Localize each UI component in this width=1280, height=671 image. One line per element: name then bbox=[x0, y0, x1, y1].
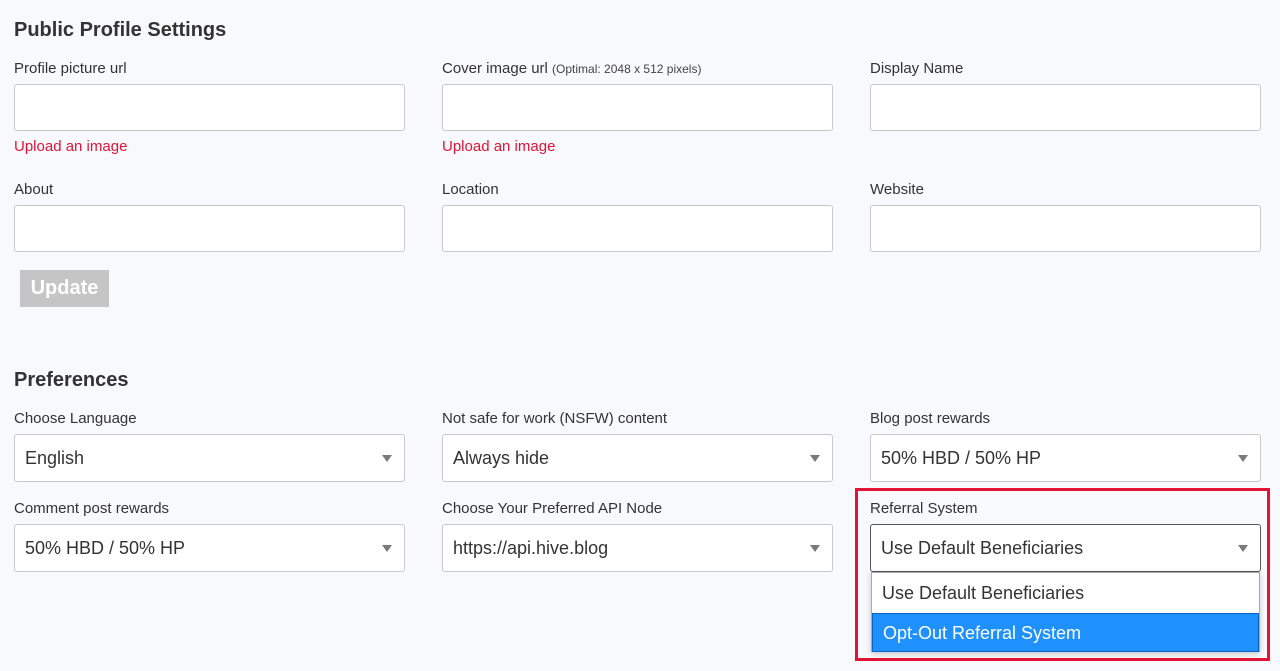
chevron-down-icon bbox=[810, 545, 820, 552]
api-node-select[interactable]: https://api.hive.blog bbox=[442, 524, 833, 572]
chevron-down-icon bbox=[382, 545, 392, 552]
language-select-value: English bbox=[25, 448, 85, 468]
blog-rewards-select-value: 50% HBD / 50% HP bbox=[881, 448, 1042, 468]
blog-rewards-select[interactable]: 50% HBD / 50% HP bbox=[870, 434, 1261, 482]
nsfw-select-value: Always hide bbox=[453, 448, 550, 468]
cover-image-label: Cover image url (Optimal: 2048 x 512 pix… bbox=[442, 60, 702, 77]
upload-profile-picture-link[interactable]: Upload an image bbox=[14, 138, 127, 155]
blog-rewards-label: Blog post rewards bbox=[870, 410, 991, 427]
referral-option-default[interactable]: Use Default Beneficiaries bbox=[872, 574, 1259, 613]
location-label: Location bbox=[442, 181, 499, 198]
profile-picture-label: Profile picture url bbox=[14, 60, 127, 77]
about-input[interactable] bbox=[14, 205, 405, 252]
public-profile-title: Public Profile Settings bbox=[14, 19, 227, 41]
referral-select-value: Use Default Beneficiaries bbox=[881, 538, 1084, 558]
chevron-down-icon bbox=[1238, 455, 1248, 462]
upload-cover-image-link[interactable]: Upload an image bbox=[442, 138, 555, 155]
nsfw-select[interactable]: Always hide bbox=[442, 434, 833, 482]
chevron-down-icon bbox=[810, 455, 820, 462]
nsfw-label: Not safe for work (NSFW) content bbox=[442, 410, 668, 427]
referral-label: Referral System bbox=[870, 500, 978, 517]
website-label: Website bbox=[870, 181, 924, 198]
referral-select[interactable]: Use Default Beneficiaries bbox=[870, 524, 1261, 572]
language-select[interactable]: English bbox=[14, 434, 405, 482]
update-button[interactable]: Update bbox=[20, 270, 109, 307]
chevron-down-icon bbox=[1238, 545, 1248, 552]
preferences-title: Preferences bbox=[14, 369, 129, 391]
cover-image-hint: (Optimal: 2048 x 512 pixels) bbox=[552, 62, 702, 76]
referral-dropdown-list: Use Default Beneficiaries Opt-Out Referr… bbox=[871, 572, 1260, 652]
display-name-input[interactable] bbox=[870, 84, 1261, 131]
profile-picture-input[interactable] bbox=[14, 84, 405, 131]
comment-rewards-select-value: 50% HBD / 50% HP bbox=[25, 538, 186, 558]
cover-image-input[interactable] bbox=[442, 84, 833, 131]
referral-option-opt-out[interactable]: Opt-Out Referral System bbox=[872, 613, 1259, 652]
api-node-label: Choose Your Preferred API Node bbox=[442, 500, 663, 517]
api-node-select-value: https://api.hive.blog bbox=[453, 538, 609, 558]
website-input[interactable] bbox=[870, 205, 1261, 252]
comment-rewards-select[interactable]: 50% HBD / 50% HP bbox=[14, 524, 405, 572]
chevron-down-icon bbox=[382, 455, 392, 462]
location-input[interactable] bbox=[442, 205, 833, 252]
about-label: About bbox=[14, 181, 54, 198]
language-label: Choose Language bbox=[14, 410, 137, 427]
comment-rewards-label: Comment post rewards bbox=[14, 500, 170, 517]
display-name-label: Display Name bbox=[870, 60, 964, 77]
